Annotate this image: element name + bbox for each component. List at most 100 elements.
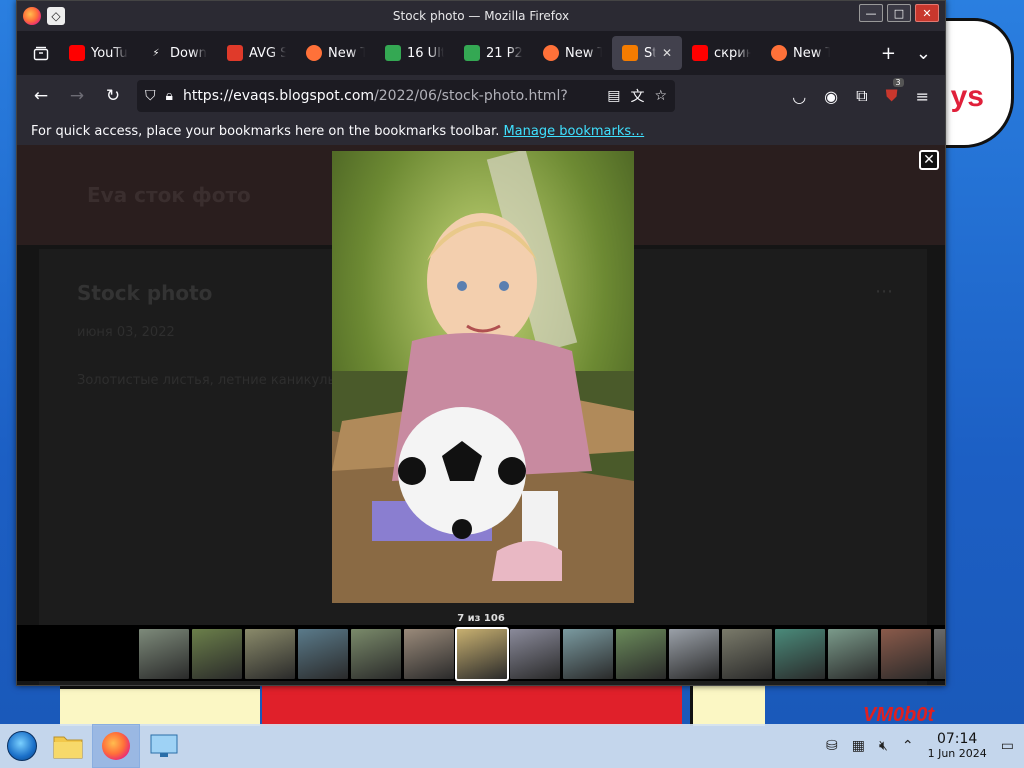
bookmarks-toolbar: For quick access, place your bookmarks h… <box>17 117 945 145</box>
thumbnail[interactable] <box>298 629 348 679</box>
tab-6[interactable]: New Tab <box>533 36 612 70</box>
tab-2[interactable]: AVG Secure <box>217 36 296 70</box>
window-menu-icon[interactable]: ◇ <box>47 7 65 25</box>
url-text[interactable]: https://evaqs.blogspot.com/2022/06/stock… <box>183 88 597 104</box>
thumbnail[interactable] <box>934 629 945 679</box>
tab-bar: YouTube ⚡ Download AVG Secure New Tab 16 Ultr… <box>17 31 945 75</box>
back-button[interactable]: ← <box>23 80 59 112</box>
thumbnail[interactable] <box>404 629 454 679</box>
pocket-icon[interactable]: ◡ <box>792 87 806 106</box>
tab-8[interactable]: скриншот <box>682 36 761 70</box>
tab-label: New Tab <box>793 45 830 61</box>
menu-icon[interactable]: ≡ <box>916 87 929 106</box>
firefox-icon[interactable] <box>23 7 41 25</box>
control-panel-button[interactable] <box>140 724 188 768</box>
forward-button[interactable]: → <box>59 80 95 112</box>
post-date: июня 03, 2022 <box>77 325 175 340</box>
bookmarks-message: For quick access, place your bookmarks h… <box>31 123 500 139</box>
thumbnail[interactable] <box>881 629 931 679</box>
thumbnail[interactable] <box>669 629 719 679</box>
thumbnail[interactable] <box>351 629 401 679</box>
tab-9[interactable]: New Tab <box>761 36 840 70</box>
account-icon[interactable]: ◉ <box>824 87 838 106</box>
shield-icon[interactable]: ⛉ <box>145 88 156 104</box>
map-pin-icon <box>385 45 401 61</box>
url-bar[interactable]: ⛉ 🔒︎ https://evaqs.blogspot.com/2022/06/… <box>137 80 675 112</box>
lightbox-close-button[interactable]: ✕ <box>919 150 939 170</box>
blog-title: Eva сток фото <box>87 183 251 207</box>
post-text: Золотистые листья, летние каникулы <box>77 373 338 388</box>
thumbnail[interactable] <box>192 629 242 679</box>
tab-label: New Tab <box>328 45 365 61</box>
tab-label: 16 Ultra <box>407 45 444 61</box>
firefox-view-button[interactable] <box>23 35 59 71</box>
tab-label: 21 P2 <box>486 45 523 61</box>
lightbox-photo[interactable] <box>332 151 634 603</box>
extension-badge: 3 <box>892 78 904 87</box>
title-bar[interactable]: ◇ Stock photo — Mozilla Firefox — □ ✕ <box>17 1 945 31</box>
tab-1[interactable]: ⚡ Download <box>138 36 217 70</box>
navigation-toolbar: ← → ↻ ⛉ 🔒︎ https://evaqs.blogspot.com/20… <box>17 75 945 117</box>
wallpaper-shape <box>690 686 765 726</box>
show-desktop-icon[interactable]: ▭ <box>1001 738 1014 754</box>
maximize-button[interactable]: □ <box>887 4 911 22</box>
tab-0[interactable]: YouTube <box>59 36 138 70</box>
thumbnail[interactable] <box>139 629 189 679</box>
new-tab-button[interactable]: + <box>881 43 896 64</box>
reload-button[interactable]: ↻ <box>95 80 131 112</box>
tray-expand-icon[interactable]: ⌃ <box>902 738 914 754</box>
translate-icon[interactable]: 文 <box>630 86 644 106</box>
extensions-icon[interactable]: ⧉ <box>856 86 867 106</box>
firefox-icon <box>102 732 130 760</box>
clipboard-icon[interactable]: ▦ <box>852 738 865 754</box>
tab-label: AVG Secure <box>249 45 286 61</box>
map-pin-icon <box>464 45 480 61</box>
windows-logo-icon <box>7 731 37 761</box>
tab-3[interactable]: New Tab <box>296 36 375 70</box>
manage-bookmarks-link[interactable]: Manage bookmarks… <box>503 124 644 139</box>
usb-icon[interactable]: ⛁ <box>826 738 838 754</box>
close-window-button[interactable]: ✕ <box>915 4 939 22</box>
thumbnail[interactable] <box>828 629 878 679</box>
window-title: Stock photo — Mozilla Firefox <box>392 9 570 23</box>
bookmark-star-icon[interactable]: ☆ <box>654 88 667 104</box>
youtube-icon <box>692 45 708 61</box>
tab-label: YouTube <box>91 45 128 61</box>
thumbnail[interactable] <box>455 627 509 681</box>
folder-icon <box>53 736 83 759</box>
tab-label: скриншот <box>714 45 751 61</box>
tab-7[interactable]: Stock photo ✕ <box>612 36 682 70</box>
minimize-button[interactable]: — <box>859 4 883 22</box>
firefox-icon <box>771 45 787 61</box>
tab-4[interactable]: 16 Ultra <box>375 36 454 70</box>
tab-label: Stock photo <box>644 45 656 61</box>
reader-view-icon[interactable]: ▤ <box>607 88 620 104</box>
clock-time: 07:14 <box>936 731 978 748</box>
avg-icon <box>227 45 243 61</box>
wallpaper-shape <box>262 686 682 726</box>
thumbnail[interactable] <box>563 629 613 679</box>
thumbnail[interactable] <box>722 629 772 679</box>
wallpaper-text: ys <box>950 80 984 113</box>
ublock-icon[interactable]: ⛊ 3 <box>886 78 904 106</box>
youtube-icon <box>69 45 85 61</box>
firefox-taskbar-button[interactable] <box>92 724 140 768</box>
lightning-icon: ⚡ <box>152 47 160 59</box>
clock[interactable]: 07:14 1 Jun 2024 <box>927 731 987 760</box>
lock-icon[interactable]: 🔒︎ <box>166 88 173 104</box>
start-button[interactable] <box>0 724 44 768</box>
share-icon[interactable]: ⋯ <box>875 281 893 302</box>
file-manager-button[interactable] <box>44 724 92 768</box>
thumbnail[interactable] <box>510 629 560 679</box>
thumbnail[interactable] <box>245 629 295 679</box>
volume-muted-icon[interactable]: 🔇︎ <box>879 738 888 754</box>
thumbnail[interactable] <box>775 629 825 679</box>
thumbnail[interactable] <box>616 629 666 679</box>
taskbar: ⛁ ▦ 🔇︎ ⌃ 07:14 1 Jun 2024 ▭ <box>0 724 1024 768</box>
tab-5[interactable]: 21 P2 <box>454 36 533 70</box>
wallpaper-shape <box>60 686 260 726</box>
close-tab-icon[interactable]: ✕ <box>662 46 672 60</box>
clock-date: 1 Jun 2024 <box>927 746 987 760</box>
photo-image <box>332 151 634 603</box>
list-all-tabs-button[interactable]: ⌄ <box>916 43 931 64</box>
